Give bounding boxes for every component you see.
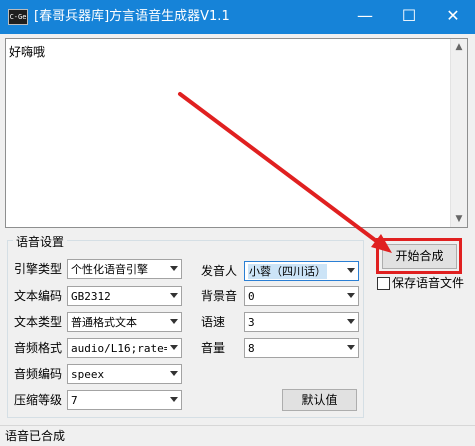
annotation-arrow [178,92,392,253]
status-bar: 语音已合成 [0,425,475,446]
status-text: 语音已合成 [5,429,66,443]
